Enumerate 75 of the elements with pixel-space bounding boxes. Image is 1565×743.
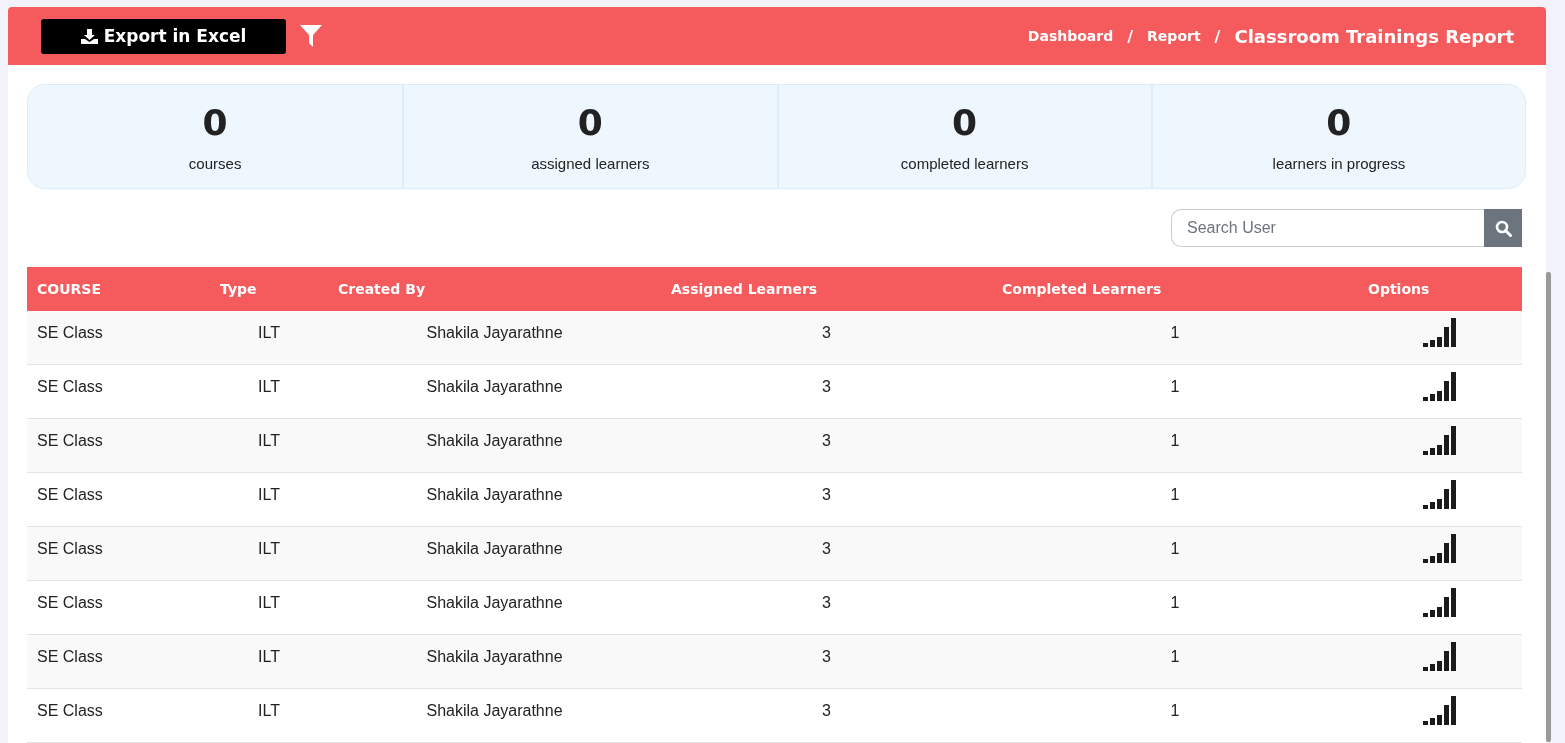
- stat-label: completed learners: [900, 154, 1029, 172]
- table-cell-text: SE Class: [36, 377, 104, 396]
- signal-bars-icon[interactable]: [1423, 480, 1457, 509]
- breadcrumb-separator: /: [1214, 26, 1221, 46]
- signal-bars-icon[interactable]: [1423, 372, 1457, 401]
- stat-label: courses: [188, 154, 242, 172]
- column-header: Assigned Learners: [670, 281, 819, 297]
- signal-bars-icon[interactable]: [1423, 534, 1457, 563]
- signal-bars-icon[interactable]: [1423, 426, 1457, 455]
- stat-label: assigned learners: [531, 154, 650, 172]
- table-cell-text: 1: [1169, 485, 1181, 504]
- table-cell-text: ILT: [257, 485, 281, 504]
- column-header: Options: [1367, 281, 1431, 297]
- table-cell-text: SE Class: [36, 431, 104, 450]
- column-header: Type: [219, 281, 258, 297]
- stat-value: 0: [1326, 101, 1352, 143]
- page-title: Classroom Trainings Report: [1234, 25, 1514, 47]
- table-cell-text: Shakila Jayarathne: [425, 701, 564, 720]
- column-header: Created By: [337, 281, 426, 297]
- table-cell-text: 1: [1169, 701, 1181, 720]
- column-header: Completed Learners: [1001, 281, 1163, 297]
- table-cell-text: ILT: [257, 323, 281, 342]
- search-icon: [1494, 219, 1512, 237]
- table-cell-text: SE Class: [36, 701, 104, 720]
- download-icon: [80, 28, 98, 44]
- breadcrumb-separator: /: [1127, 26, 1134, 46]
- table-cell-text: 3: [821, 323, 832, 342]
- table-cell-text: 3: [821, 539, 832, 558]
- table-cell-text: ILT: [257, 377, 281, 396]
- table-cell-text: ILT: [257, 647, 281, 666]
- table-cell-text: Shakila Jayarathne: [425, 377, 564, 396]
- column-header: COURSE: [36, 281, 102, 297]
- table-cell-text: ILT: [257, 593, 281, 612]
- table-cell-text: SE Class: [36, 593, 104, 612]
- table-cell-text: Shakila Jayarathne: [425, 539, 564, 558]
- table-cell-text: 1: [1169, 593, 1181, 612]
- export-button[interactable]: Export in Excel: [41, 18, 286, 54]
- signal-bars-icon[interactable]: [1423, 696, 1457, 725]
- breadcrumb-link[interactable]: Dashboard: [1027, 28, 1114, 44]
- table-cell-text: Shakila Jayarathne: [425, 593, 564, 612]
- table-cell-text: 3: [821, 701, 832, 720]
- table-cell-text: Shakila Jayarathne: [425, 431, 564, 450]
- table-cell-text: SE Class: [36, 485, 104, 504]
- table-cell-text: SE Class: [36, 647, 104, 666]
- stat-value: 0: [202, 101, 228, 143]
- signal-bars-icon[interactable]: [1423, 588, 1457, 617]
- table-cell-text: SE Class: [36, 539, 104, 558]
- table-cell-text: Shakila Jayarathne: [425, 323, 564, 342]
- breadcrumb-link[interactable]: Report: [1147, 28, 1201, 44]
- table-cell-text: 3: [821, 485, 832, 504]
- table-cell-text: 3: [821, 647, 832, 666]
- search-field[interactable]: Search User: [1171, 209, 1484, 247]
- table-cell-text: 3: [821, 431, 832, 450]
- table-cell-text: ILT: [257, 539, 281, 558]
- filter-icon: [300, 25, 322, 47]
- table-cell-text: 1: [1169, 377, 1181, 396]
- table-cell-text: Shakila Jayarathne: [425, 647, 564, 666]
- table-cell-text: ILT: [257, 701, 281, 720]
- table-cell-text: 3: [821, 593, 832, 612]
- table-cell-text: 1: [1169, 539, 1181, 558]
- stat-value: 0: [577, 101, 603, 143]
- scrollbar[interactable]: [1546, 272, 1551, 742]
- table-cell-text: 1: [1169, 647, 1181, 666]
- table-cell-text: 1: [1169, 323, 1181, 342]
- signal-bars-icon[interactable]: [1423, 318, 1457, 347]
- table-cell-text: ILT: [257, 431, 281, 450]
- stat-value: 0: [952, 101, 978, 143]
- table-cell-text: 3: [821, 377, 832, 396]
- stat-label: learners in progress: [1272, 154, 1406, 172]
- table-cell-text: Shakila Jayarathne: [425, 485, 564, 504]
- table-cell-text: SE Class: [36, 323, 104, 342]
- search-button[interactable]: [1484, 209, 1522, 247]
- table-cell-text: 1: [1169, 431, 1181, 450]
- signal-bars-icon[interactable]: [1423, 642, 1457, 671]
- filter-button[interactable]: [300, 25, 322, 47]
